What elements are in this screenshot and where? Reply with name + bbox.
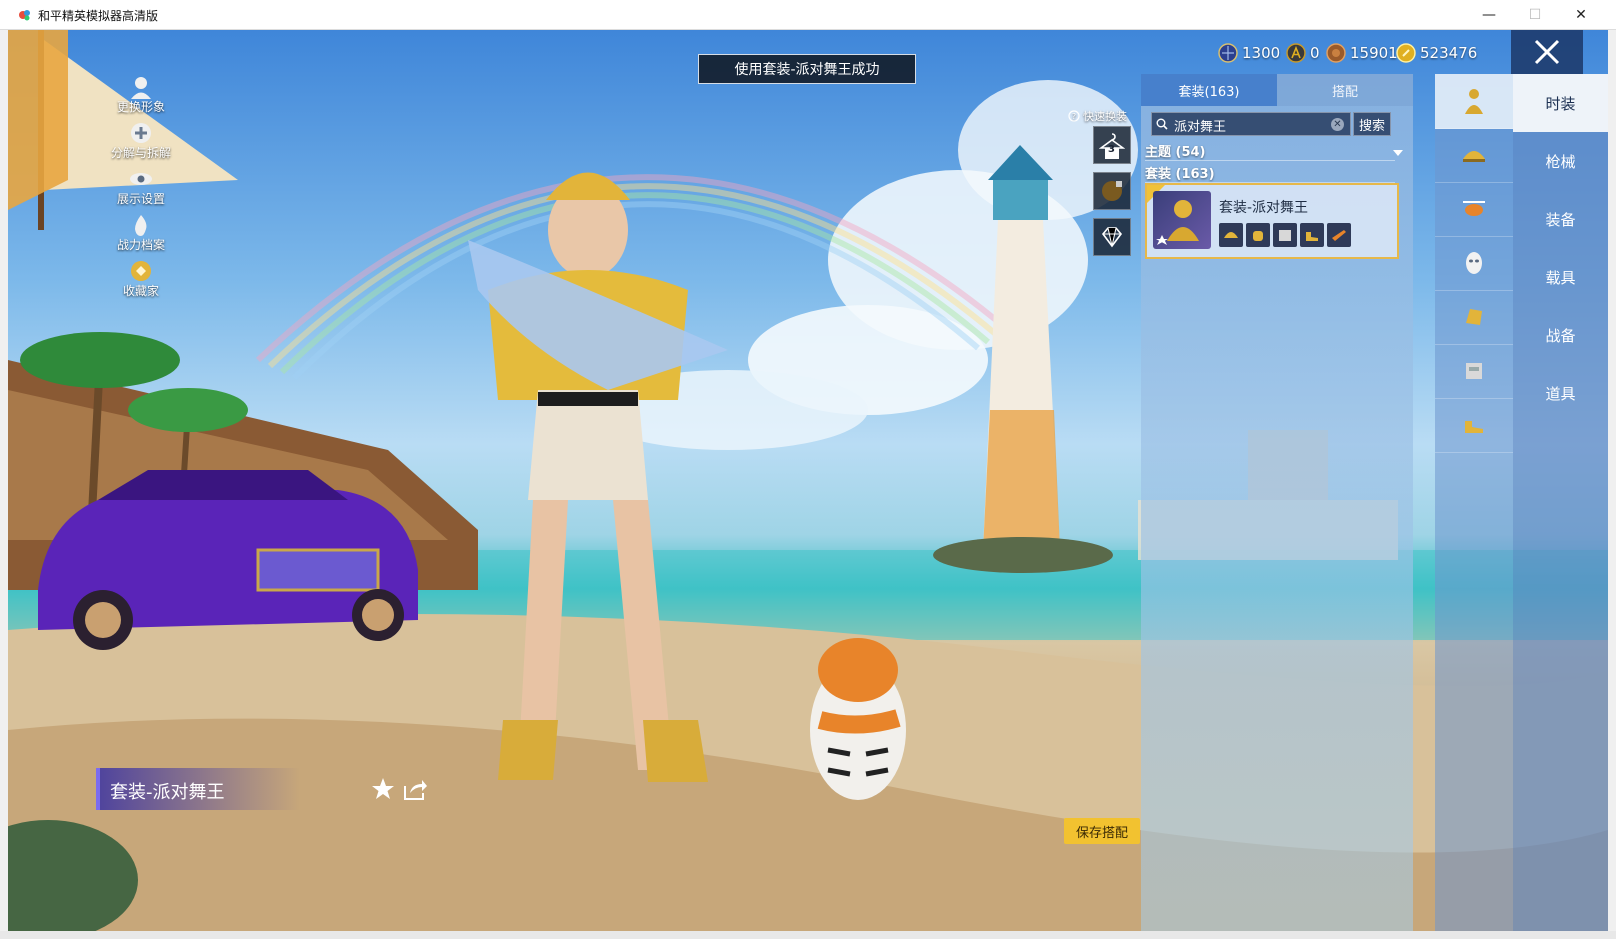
glove-icon (1246, 223, 1270, 247)
currency-a-value: 0 (1310, 44, 1320, 62)
share-icon[interactable] (402, 776, 428, 802)
quick-lock-helmet-button[interactable] (1093, 172, 1131, 210)
collector-button[interactable]: 收藏家 (86, 258, 196, 299)
currency-a: 0 (1286, 42, 1320, 64)
gear-plus-icon (131, 123, 151, 143)
quick-change-slot-button[interactable]: 3 (1093, 126, 1131, 164)
outfit-list-panel: 套装(163) 搭配 ✕ 搜索 主题 (54) 套装 (163) 套装-派对舞王 (1141, 74, 1413, 931)
glove-icon (1466, 309, 1482, 325)
search-input[interactable] (1172, 115, 1326, 135)
power-profile-label: 战力档案 (116, 238, 165, 252)
helmet-icon (1219, 223, 1243, 247)
currency-gold: 523476 (1396, 42, 1477, 64)
currency-bronze-value: 15901 (1350, 44, 1398, 62)
suit-thumbnail (1153, 191, 1211, 249)
globe-coin-icon (1218, 43, 1238, 63)
shoe-icon (1465, 421, 1483, 433)
current-outfit-name: 套装-派对舞王 (110, 782, 225, 803)
icon-tab-shoe[interactable] (1435, 398, 1513, 453)
collector-badge-icon (131, 261, 151, 281)
category-vehicles[interactable]: 载具 (1513, 248, 1608, 306)
currency-bronze: 15901 (1326, 42, 1398, 64)
change-appearance-button[interactable]: 更换形象 (86, 74, 196, 115)
decompose-label: 分解与拆解 (110, 146, 171, 160)
minimize-button[interactable]: — (1466, 0, 1512, 30)
close-icon (1534, 39, 1560, 65)
app-logo-icon (19, 10, 30, 21)
category-suit[interactable]: 套装 (163) (1145, 163, 1215, 182)
locked-helmet-icon (1102, 181, 1122, 201)
search-box: ✕ (1151, 112, 1351, 136)
eye-icon (130, 173, 152, 185)
svg-text:?: ? (1072, 112, 1076, 121)
suit-name: 套装-派对舞王 (1219, 200, 1309, 216)
star-icon[interactable] (370, 776, 396, 802)
outfit-icon (1156, 200, 1199, 245)
person-icon (131, 77, 151, 99)
icon-tab-helicopter[interactable] (1435, 182, 1513, 237)
diamond-icon (1101, 227, 1123, 248)
search-icon (1156, 118, 1168, 130)
icon-tab-mask[interactable] (1435, 236, 1513, 291)
category-theme[interactable]: 主题 (54) (1145, 141, 1206, 160)
category-column: 时装 枪械 装备 载具 战备 道具 (1513, 74, 1608, 931)
power-profile-button[interactable]: 战力档案 (86, 212, 196, 253)
quick-change-slot-count: 3 (1108, 144, 1115, 155)
search-button[interactable]: 搜索 (1353, 112, 1391, 136)
game-viewport: 更换形象 分解与拆解 展示设置 战力档案 收藏家 使用套装-派对舞王成功 130… (8, 30, 1608, 931)
item-type-icon-column (1435, 74, 1513, 931)
fire-icon (135, 215, 147, 236)
category-battle-prep[interactable]: 战备 (1513, 306, 1608, 364)
category-fashion[interactable]: 时装 (1513, 74, 1608, 132)
close-wardrobe-button[interactable] (1511, 30, 1583, 74)
close-window-button[interactable]: ✕ (1558, 0, 1604, 30)
collector-label: 收藏家 (122, 284, 159, 298)
maximize-button[interactable]: ☐ (1512, 0, 1558, 30)
helmet-icon (1463, 151, 1485, 162)
window-title: 和平精英模拟器高清版 (38, 9, 159, 23)
helicopter-icon (1463, 201, 1485, 216)
category-items[interactable]: 道具 (1513, 364, 1608, 422)
display-settings-label: 展示设置 (116, 192, 165, 206)
quick-change-label[interactable]: ? 快速换装 (1068, 108, 1127, 124)
category-guns[interactable]: 枪械 (1513, 132, 1608, 190)
change-appearance-label: 更换形象 (116, 100, 165, 114)
help-icon: ? (1068, 110, 1080, 122)
window-titlebar: 和平精英模拟器高清版 — ☐ ✕ (0, 0, 1616, 30)
currency-globe: 1300 (1218, 42, 1280, 64)
currency-gold-value: 523476 (1420, 44, 1478, 62)
decompose-button[interactable]: 分解与拆解 (86, 120, 196, 161)
tab-combinations[interactable]: 搭配 (1277, 74, 1413, 106)
suit-card-party-king[interactable]: 套装-派对舞王 (1145, 183, 1399, 259)
icon-tab-outfit[interactable] (1435, 74, 1513, 129)
suit-pieces (1219, 223, 1351, 247)
outfit-icon (1465, 89, 1483, 114)
icon-tab-glove[interactable] (1435, 290, 1513, 345)
mask-icon (1466, 252, 1482, 274)
category-equipment[interactable]: 装备 (1513, 190, 1608, 248)
quick-diamond-button[interactable] (1093, 218, 1131, 256)
tab-suits[interactable]: 套装(163) (1141, 74, 1277, 106)
rifle-icon (1327, 223, 1351, 247)
save-combination-button[interactable]: 保存搭配 (1064, 818, 1140, 844)
current-outfit-nameplate: 套装-派对舞王 (96, 768, 300, 810)
clear-search-icon[interactable]: ✕ (1331, 118, 1344, 131)
currency-globe-value: 1300 (1242, 44, 1281, 62)
panel-tabs: 套装(163) 搭配 (1141, 74, 1413, 106)
icon-tab-backpack[interactable] (1435, 344, 1513, 399)
bronze-coin-icon (1326, 43, 1346, 63)
success-toast: 使用套装-派对舞王成功 (698, 54, 916, 84)
chevron-down-icon[interactable] (1393, 150, 1403, 156)
taskbar-strip (0, 931, 1616, 939)
icon-tab-helmet[interactable] (1435, 128, 1513, 183)
backpack-icon (1466, 363, 1482, 379)
a-coin-icon (1286, 43, 1306, 63)
shoe-icon (1300, 223, 1324, 247)
display-settings-button[interactable]: 展示设置 (86, 166, 196, 207)
divider (1145, 160, 1395, 161)
backpack-icon (1273, 223, 1297, 247)
gold-coin-icon (1396, 43, 1416, 63)
